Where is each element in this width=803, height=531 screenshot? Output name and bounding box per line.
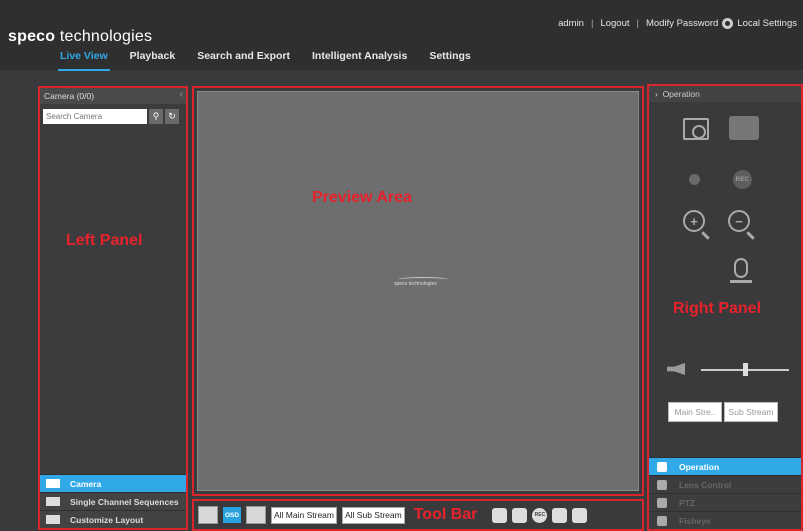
stop-all-preview-icon[interactable] [492, 507, 508, 523]
sub-stream-button[interactable]: Sub Stream [724, 402, 778, 422]
osd-button[interactable]: OSD [223, 507, 241, 523]
nav-settings[interactable]: Settings [429, 50, 470, 66]
nav-live-view[interactable]: Live View [58, 50, 110, 71]
main-stream-button[interactable]: Main Stre.. [668, 402, 722, 422]
menu-camera[interactable]: Camera [40, 474, 186, 492]
preview-area-annotation: Preview Area [312, 189, 412, 206]
menu-customize-layout[interactable]: Customize Layout [40, 510, 186, 528]
left-menu: Camera Single Channel Sequences Customiz… [40, 474, 186, 528]
operation-icon [657, 461, 667, 472]
refresh-icon[interactable]: ↻ [165, 109, 179, 124]
menu-operation-label: Operation [679, 461, 720, 472]
record-all-icon[interactable]: REC [532, 507, 548, 523]
search-camera-input[interactable] [43, 109, 147, 124]
camera-search-row: ⚲ ↻ [43, 109, 179, 124]
local-settings-link[interactable]: Local Settings [737, 18, 797, 29]
left-panel: Camera (0/0) ‹ ⚲ ↻ Left Panel Camera Sin… [38, 86, 188, 530]
top-bar: speco technologies admin | Logout | Modi… [0, 0, 803, 71]
all-sub-stream-button[interactable]: All Sub Stream [342, 506, 405, 524]
menu-layout-label: Customize Layout [70, 514, 144, 525]
menu-ptz[interactable]: PTZ [649, 493, 801, 511]
menu-ptz-label: PTZ [679, 497, 696, 508]
screen-layout-icon[interactable] [198, 506, 218, 524]
volume-slider-handle[interactable] [743, 363, 748, 376]
menu-sequences-label: Single Channel Sequences [70, 496, 179, 507]
right-panel-annotation: Right Panel [673, 300, 762, 317]
camera-icon [46, 479, 60, 488]
menu-lens-control[interactable]: Lens Control [649, 475, 801, 493]
image-search-icon[interactable] [729, 116, 759, 140]
menu-single-channel-sequences[interactable]: Single Channel Sequences [40, 492, 186, 510]
all-main-stream-button[interactable]: All Main Stream [271, 506, 337, 524]
mic-icon[interactable] [572, 507, 588, 523]
right-panel: › Operation REC + − Right Panel Main Str… [647, 84, 803, 531]
operation-header: › Operation [649, 86, 801, 102]
zoom-in-icon[interactable]: + [683, 210, 705, 232]
modify-password-link[interactable]: Modify Password [646, 18, 718, 29]
menu-lens-control-label: Lens Control [679, 479, 732, 490]
fisheye-icon [657, 515, 667, 526]
snapshot-all-icon[interactable] [512, 507, 528, 523]
speco-watermark: speco technologies [394, 277, 448, 287]
nav-playback[interactable]: Playback [130, 50, 176, 66]
snapshot-icon[interactable] [683, 118, 709, 140]
sequence-icon [46, 497, 60, 506]
zoom-out-icon[interactable]: − [728, 210, 750, 232]
menu-camera-label: Camera [70, 478, 102, 489]
preview-area: Preview Area speco technologies [192, 86, 644, 496]
menu-fisheye-label: Fisheye [679, 515, 711, 526]
video-window[interactable]: Preview Area speco technologies [197, 91, 639, 491]
tool-bar-annotation: Tool Bar [413, 506, 478, 523]
user-bar: admin | Logout | Modify Password Local S… [558, 18, 797, 29]
nav-search-export[interactable]: Search and Export [197, 50, 290, 66]
record-dot-icon[interactable] [689, 174, 700, 185]
rec-icon[interactable]: REC [733, 170, 752, 189]
start-sequence-icon[interactable] [552, 507, 568, 523]
brand-logo: speco technologies [8, 28, 153, 45]
fullscreen-icon[interactable] [246, 506, 266, 524]
camera-list-header: Camera (0/0) ‹ [40, 88, 186, 104]
volume-muted-icon[interactable] [667, 363, 685, 375]
menu-operation[interactable]: Operation [649, 457, 801, 475]
stream-buttons: Main Stre.. Sub Stream [668, 402, 778, 422]
nav-intelligent-analysis[interactable]: Intelligent Analysis [312, 50, 407, 66]
microphone-icon[interactable] [730, 258, 752, 283]
username: admin [558, 18, 584, 29]
menu-fisheye[interactable]: Fisheye [649, 511, 801, 529]
camera-count-title: Camera (0/0) [44, 91, 95, 101]
left-panel-annotation: Left Panel [66, 232, 143, 249]
gear-icon[interactable] [722, 18, 734, 29]
layout-grid-icon [46, 515, 60, 524]
right-menu: Operation Lens Control PTZ Fisheye [649, 457, 801, 529]
logout-link[interactable]: Logout [600, 18, 629, 29]
operation-title: Operation [662, 89, 700, 99]
search-icon[interactable]: ⚲ [149, 109, 163, 124]
ptz-icon [657, 497, 667, 508]
tool-bar: OSD All Main Stream All Sub Stream Tool … [192, 499, 644, 531]
lens-control-icon [657, 479, 667, 490]
main-nav: Live View Playback Search and Export Int… [58, 50, 471, 71]
collapse-left-icon[interactable]: ‹ [180, 89, 183, 100]
